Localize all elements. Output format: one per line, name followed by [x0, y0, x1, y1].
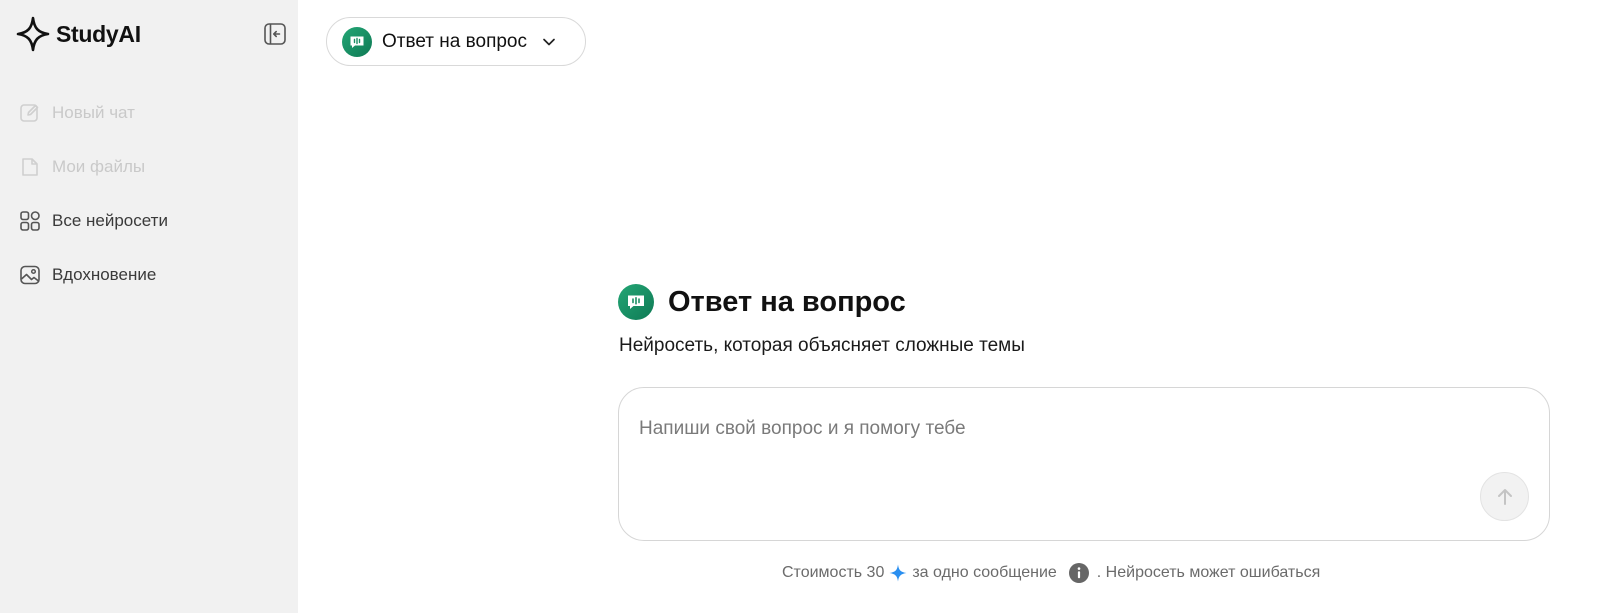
chevron-down-icon — [543, 38, 555, 45]
page-title: Ответ на вопрос — [668, 286, 906, 318]
sidebar-item-label: Вдохновение — [52, 265, 157, 284]
sparkle-logo-icon — [16, 16, 50, 52]
info-icon[interactable] — [1068, 563, 1089, 583]
app-root: StudyAI Новый чат Мои файлы Все нейросет… — [0, 0, 1600, 613]
collapse-sidebar-button[interactable] — [262, 21, 288, 47]
sidebar-item-label: Мои файлы — [52, 157, 146, 176]
grid-icon — [19, 210, 41, 232]
prompt-box — [618, 387, 1550, 541]
sidebar-nav: Новый чат Мои файлы Все нейросети Вдохно… — [0, 86, 298, 302]
sidebar-item-inspiration[interactable]: Вдохновение — [0, 248, 298, 302]
brand[interactable]: StudyAI — [16, 16, 141, 52]
sidebar: StudyAI Новый чат Мои файлы Все нейросет… — [0, 0, 298, 613]
question-input[interactable] — [639, 414, 1479, 444]
edit-icon — [19, 102, 41, 124]
chat-bubble-icon — [618, 284, 654, 320]
file-icon — [19, 156, 41, 178]
cost-note: Стоимость 30 за одно сообщение . Нейросе… — [782, 561, 1320, 585]
spark-credit-icon — [889, 564, 907, 582]
chat-bubble-icon — [342, 26, 372, 57]
sidebar-item-my-files[interactable]: Мои файлы — [0, 140, 298, 194]
sidebar-item-label: Все нейросети — [52, 211, 168, 230]
brand-name: StudyAI — [56, 20, 141, 47]
send-button[interactable] — [1480, 472, 1529, 521]
sidebar-item-label: Новый чат — [52, 103, 135, 122]
image-icon — [19, 264, 41, 286]
cost-suffix: за одно сообщение — [912, 564, 1057, 581]
collapse-sidebar-icon — [264, 23, 286, 45]
mode-picker-label: Ответ на вопрос — [382, 30, 527, 52]
mode-picker-dropdown[interactable]: Ответ на вопрос — [326, 17, 586, 66]
arrow-up-icon — [1497, 488, 1512, 505]
page-subtitle: Нейросеть, которая объясняет сложные тем… — [619, 335, 1025, 356]
cost-prefix: Стоимость 30 — [782, 564, 885, 581]
sidebar-item-all-networks[interactable]: Все нейросети — [0, 194, 298, 248]
sidebar-item-new-chat[interactable]: Новый чат — [0, 86, 298, 140]
ai-warning: . Нейросеть может ошибаться — [1096, 564, 1321, 581]
